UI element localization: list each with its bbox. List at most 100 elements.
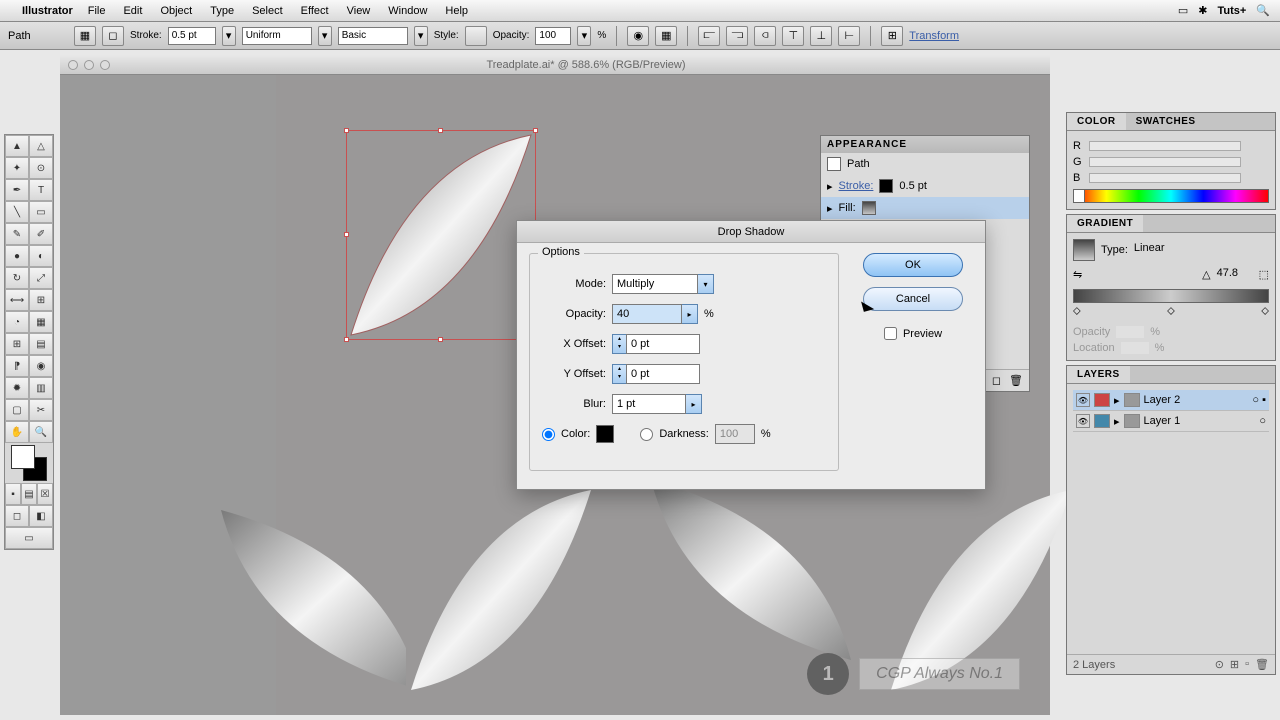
b-field[interactable] [1245, 171, 1269, 185]
slice-tool[interactable]: ✂ [29, 399, 53, 421]
brush-tool[interactable]: ✎ [5, 223, 29, 245]
swatches-tab[interactable]: SWATCHES [1126, 113, 1206, 130]
opacity-dd-icon[interactable]: ▾ [577, 26, 591, 46]
symbol-tool[interactable]: ✹ [5, 377, 29, 399]
gradient-stop[interactable]: ⬦ [1073, 305, 1081, 318]
menu-edit[interactable]: Edit [123, 5, 142, 17]
menu-window[interactable]: Window [388, 5, 427, 17]
perspective-tool[interactable]: ▦ [29, 311, 53, 333]
grad-location-field[interactable] [1121, 342, 1149, 354]
locate-icon[interactable]: ⊙ [1215, 658, 1224, 671]
menu-object[interactable]: Object [160, 5, 192, 17]
cancel-button[interactable]: Cancel [863, 287, 963, 311]
stroke-swatch-button[interactable]: ◻ [102, 26, 124, 46]
appearance-fill-link[interactable]: Fill: [839, 202, 856, 214]
leaf-shape[interactable] [216, 505, 406, 715]
leaf-shape[interactable] [406, 485, 596, 695]
mode-dd-icon[interactable]: ▾ [698, 274, 714, 294]
isolate-icon[interactable]: ⊞ [881, 26, 903, 46]
align-v3-icon[interactable]: ⊢ [838, 26, 860, 46]
window-close-icon[interactable] [68, 60, 78, 70]
mode-dropdown[interactable]: Multiply [612, 274, 698, 294]
color-radio[interactable] [542, 428, 555, 441]
hand-tool[interactable]: ✋ [5, 421, 29, 443]
brush-dd-icon[interactable]: ▾ [414, 26, 428, 46]
darkness-radio[interactable] [640, 428, 653, 441]
xoff-field[interactable]: 0 pt [626, 334, 700, 354]
preview-checkbox[interactable] [884, 327, 897, 340]
b-slider[interactable] [1089, 173, 1241, 183]
gradient-tab[interactable]: GRADIENT [1067, 215, 1143, 232]
width-tool[interactable]: ⟷ [5, 289, 29, 311]
gradient-mode-icon[interactable]: ▤ [21, 483, 37, 505]
transform-link[interactable]: Transform [909, 30, 959, 42]
scale-tool[interactable]: ⤢ [29, 267, 53, 289]
line-tool[interactable]: ╲ [5, 201, 29, 223]
menu-effect[interactable]: Effect [301, 5, 329, 17]
new-layer-icon[interactable]: ▫ [1245, 658, 1249, 671]
zoom-tool[interactable]: 🔍 [29, 421, 53, 443]
layer-name[interactable]: Layer 1 [1144, 415, 1181, 427]
r-field[interactable] [1245, 139, 1269, 153]
color-swatch[interactable] [596, 425, 614, 443]
direct-select-tool[interactable]: △ [29, 135, 53, 157]
shape-builder-tool[interactable]: ◔ [5, 311, 29, 333]
eyedropper-tool[interactable]: ⁋ [5, 355, 29, 377]
r-slider[interactable] [1089, 141, 1241, 151]
visibility-icon[interactable]: 👁 [1076, 393, 1090, 407]
style-swatch[interactable] [465, 26, 487, 46]
stroke-profile-dropdown[interactable]: Uniform [242, 27, 312, 45]
brush-dropdown[interactable]: Basic [338, 27, 408, 45]
selection-tool[interactable]: ▲ [5, 135, 29, 157]
fill-stroke-swatch[interactable] [5, 443, 53, 483]
g-field[interactable] [1245, 155, 1269, 169]
reverse-icon[interactable]: ⇋ [1073, 268, 1082, 281]
profile-dd-icon[interactable]: ▾ [318, 26, 332, 46]
opacity-field[interactable]: 100 [535, 27, 571, 45]
yoff-field[interactable]: 0 pt [626, 364, 700, 384]
color-panel[interactable]: COLOR SWATCHES R G B [1066, 112, 1276, 210]
app-name[interactable]: Illustrator [22, 5, 73, 17]
menu-file[interactable]: File [88, 5, 106, 17]
recolor-icon[interactable]: ◉ [627, 26, 649, 46]
leaf-shape[interactable] [646, 475, 856, 665]
align-h3-icon[interactable]: ⫏ [754, 26, 776, 46]
new-fill-icon[interactable]: ◻ [992, 374, 1001, 387]
align-h2-icon[interactable]: ⫎ [726, 26, 748, 46]
stroke-stepper[interactable]: ▾ [222, 26, 236, 46]
new-sublayer-icon[interactable]: ⊞ [1230, 658, 1239, 671]
pen-tool[interactable]: ✒ [5, 179, 29, 201]
graph-tool[interactable]: ▥ [29, 377, 53, 399]
blur-slider-icon[interactable]: ▸ [686, 394, 702, 414]
layer-row[interactable]: 👁 ▸ Layer 1 ○ [1073, 411, 1269, 432]
trash-icon[interactable]: 🗑 [1009, 374, 1023, 387]
spectrum-picker[interactable] [1073, 189, 1269, 203]
align-v1-icon[interactable]: ⊤ [782, 26, 804, 46]
stroke-weight-field[interactable]: 0.5 pt [168, 27, 216, 45]
gradient-tool[interactable]: ▤ [29, 333, 53, 355]
angle-field[interactable]: 47.8 [1217, 267, 1253, 281]
color-mode-icon[interactable]: ▪ [5, 483, 21, 505]
blur-field[interactable]: 1 pt [612, 394, 686, 414]
lasso-tool[interactable]: ⊙ [29, 157, 53, 179]
gradient-preview[interactable] [1073, 239, 1095, 261]
menu-select[interactable]: Select [252, 5, 283, 17]
gradient-stop[interactable]: ⬦ [1167, 305, 1175, 318]
align-v2-icon[interactable]: ⊥ [810, 26, 832, 46]
window-minimize-icon[interactable] [84, 60, 94, 70]
none-mode-icon[interactable]: ☒ [37, 483, 53, 505]
eraser-tool[interactable]: ◐ [29, 245, 53, 267]
visibility-icon[interactable]: 👁 [1076, 414, 1090, 428]
rotate-tool[interactable]: ↻ [5, 267, 29, 289]
align-h1-icon[interactable]: ⫍ [698, 26, 720, 46]
layer-name[interactable]: Layer 2 [1144, 394, 1181, 406]
gradient-panel[interactable]: GRADIENT Type: Linear ⇋ △ 47.8 ⬚ ⬦ ⬦ [1066, 214, 1276, 361]
appearance-stroke-link[interactable]: Stroke: [839, 180, 874, 192]
layers-tab[interactable]: LAYERS [1067, 366, 1130, 383]
artboard-tool[interactable]: ▢ [5, 399, 29, 421]
screen-mode-icon[interactable]: ▭ [5, 527, 53, 549]
mesh-tool[interactable]: ⊞ [5, 333, 29, 355]
sync-icon[interactable]: ✱ [1198, 4, 1207, 17]
grad-opacity-field[interactable] [1116, 326, 1144, 338]
menu-type[interactable]: Type [210, 5, 234, 17]
